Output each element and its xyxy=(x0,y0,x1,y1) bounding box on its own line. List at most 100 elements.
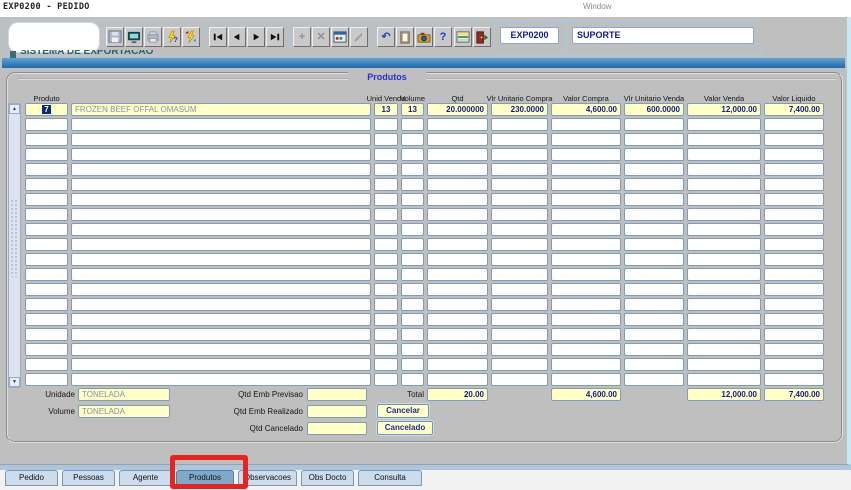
grid-cell[interactable] xyxy=(427,118,488,131)
grid-cell[interactable] xyxy=(374,328,398,341)
grid-cell[interactable] xyxy=(71,373,371,386)
grid-cell[interactable] xyxy=(374,118,398,131)
grid-cell[interactable] xyxy=(374,178,398,191)
grid-cell[interactable] xyxy=(764,328,824,341)
grid-cell[interactable] xyxy=(401,118,424,131)
cancelado-button[interactable]: Cancelado xyxy=(377,421,433,435)
grid-cell[interactable] xyxy=(491,283,548,296)
grid-cell[interactable] xyxy=(401,178,424,191)
grid-cell[interactable] xyxy=(401,298,424,311)
grid-cell[interactable] xyxy=(401,208,424,221)
grid-cell[interactable] xyxy=(624,283,684,296)
grid-cell[interactable] xyxy=(491,253,548,266)
grid-cell[interactable] xyxy=(551,163,621,176)
grid-cell[interactable] xyxy=(764,238,824,251)
grid-cell[interactable] xyxy=(427,298,488,311)
grid-cell[interactable] xyxy=(71,148,371,161)
grid-cell[interactable] xyxy=(764,193,824,206)
exit-icon[interactable] xyxy=(473,27,491,47)
grid-cell[interactable] xyxy=(687,268,761,281)
grid-cell[interactable] xyxy=(25,283,68,296)
tab-pedido[interactable]: Pedido xyxy=(5,470,58,486)
grid-cell[interactable] xyxy=(687,253,761,266)
grid-cell[interactable] xyxy=(25,148,68,161)
grid-cell[interactable] xyxy=(687,238,761,251)
grid-cell[interactable] xyxy=(401,373,424,386)
grid-cell[interactable] xyxy=(71,223,371,236)
grid-cell[interactable] xyxy=(71,208,371,221)
nav-next-icon[interactable] xyxy=(247,27,265,47)
grid-cell[interactable] xyxy=(624,148,684,161)
grid-cell[interactable] xyxy=(551,283,621,296)
grid-cell[interactable] xyxy=(551,133,621,146)
grid-cell[interactable] xyxy=(687,313,761,326)
grid-cell[interactable] xyxy=(551,118,621,131)
grid-cell[interactable] xyxy=(491,328,548,341)
grid-cell[interactable] xyxy=(71,283,371,296)
grid-cell[interactable] xyxy=(624,223,684,236)
grid-cell[interactable] xyxy=(374,238,398,251)
grid-cell[interactable]: 13 xyxy=(401,103,424,116)
grid-cell[interactable] xyxy=(427,163,488,176)
grid-cell[interactable] xyxy=(25,253,68,266)
grid-cell[interactable] xyxy=(764,358,824,371)
grid-cell[interactable]: 4,600.00 xyxy=(551,103,621,116)
grid-cell[interactable] xyxy=(491,223,548,236)
grid-cell[interactable] xyxy=(25,208,68,221)
grid-cell[interactable]: 230.0000 xyxy=(491,103,548,116)
qtd-emb-realizado-field[interactable] xyxy=(307,405,367,418)
program-code-field[interactable]: EXP0200 xyxy=(500,27,559,44)
grid-cell[interactable] xyxy=(71,298,371,311)
grid-cell[interactable] xyxy=(687,223,761,236)
grid-cell[interactable] xyxy=(25,178,68,191)
grid-cell[interactable] xyxy=(551,328,621,341)
grid-cell[interactable] xyxy=(491,238,548,251)
unidade-field[interactable]: TONELADA xyxy=(78,388,170,401)
grid-cell[interactable] xyxy=(71,268,371,281)
grid-cell[interactable]: 20.000000 xyxy=(427,103,488,116)
clear-record-icon[interactable] xyxy=(350,27,368,47)
grid-cell[interactable] xyxy=(71,238,371,251)
grid-cell[interactable] xyxy=(25,268,68,281)
grid-cell[interactable] xyxy=(624,313,684,326)
delete-record-icon[interactable]: ✕ xyxy=(312,27,330,47)
grid-cell[interactable] xyxy=(374,268,398,281)
volume-field[interactable]: TONELADA xyxy=(78,405,170,418)
grid-cell[interactable] xyxy=(491,313,548,326)
grid-cell[interactable] xyxy=(764,298,824,311)
grid-cell[interactable] xyxy=(71,133,371,146)
grid-cell[interactable] xyxy=(401,193,424,206)
cancelar-button[interactable]: Cancelar xyxy=(377,404,429,418)
grid-cell[interactable] xyxy=(551,358,621,371)
grid-cell[interactable] xyxy=(491,133,548,146)
grid-cell[interactable] xyxy=(427,343,488,356)
run-lightning-icon[interactable] xyxy=(182,27,200,47)
grid-cell[interactable] xyxy=(374,373,398,386)
grid-cell[interactable] xyxy=(25,118,68,131)
scroll-up-icon[interactable]: ▲ xyxy=(9,104,20,114)
grid-cell[interactable] xyxy=(624,133,684,146)
grid-cell[interactable] xyxy=(71,343,371,356)
grid-cell[interactable] xyxy=(374,163,398,176)
grid-cell[interactable] xyxy=(491,358,548,371)
grid-cell[interactable] xyxy=(551,238,621,251)
grid-cell[interactable] xyxy=(491,373,548,386)
grid-cell[interactable] xyxy=(491,343,548,356)
grid-cell[interactable] xyxy=(764,268,824,281)
grid-cell[interactable] xyxy=(491,268,548,281)
grid-cell[interactable] xyxy=(687,283,761,296)
tab-consulta[interactable]: Consulta xyxy=(358,470,422,486)
grid-cell[interactable] xyxy=(687,133,761,146)
grid-cell[interactable] xyxy=(427,328,488,341)
grid-cell[interactable] xyxy=(687,328,761,341)
grid-cell[interactable] xyxy=(687,208,761,221)
grid-cell[interactable] xyxy=(374,208,398,221)
grid-cell[interactable] xyxy=(374,223,398,236)
grid-cell[interactable] xyxy=(687,163,761,176)
grid-cell[interactable] xyxy=(764,313,824,326)
grid-cell[interactable] xyxy=(71,358,371,371)
grid-cell[interactable] xyxy=(551,373,621,386)
grid-cell[interactable] xyxy=(764,253,824,266)
grid-cell[interactable] xyxy=(551,298,621,311)
grid-cell[interactable] xyxy=(401,148,424,161)
